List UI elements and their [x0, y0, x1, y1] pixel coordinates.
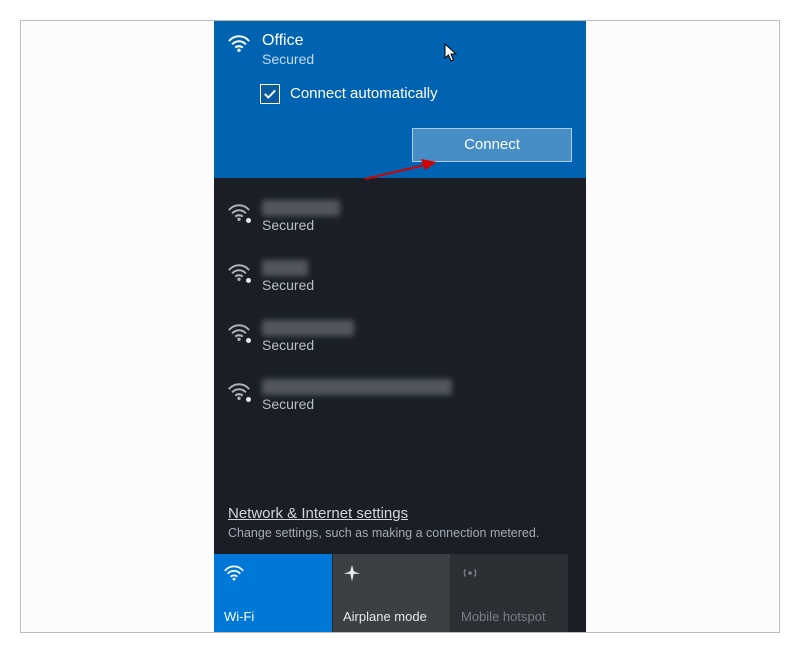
auto-connect-row[interactable]: Connect automatically: [260, 84, 572, 104]
network-item[interactable]: Secured: [228, 308, 572, 368]
settings-section: Network & Internet settings Change setti…: [214, 505, 586, 550]
airplane-icon: [343, 564, 440, 586]
network-flyout: Office Secured Connect automatically Con…: [214, 21, 586, 632]
wifi-icon: [224, 564, 322, 585]
network-name-redacted: [262, 200, 340, 216]
network-name-redacted: [262, 379, 452, 395]
network-status: Secured: [262, 396, 452, 413]
wifi-icon: [228, 322, 250, 342]
available-networks-list: Secured Secured: [214, 178, 586, 427]
wifi-icon: [228, 381, 250, 401]
network-status: Secured: [262, 337, 354, 354]
settings-description: Change settings, such as making a connec…: [228, 526, 572, 540]
selected-network-header: Office Secured: [228, 31, 572, 68]
auto-connect-label: Connect automatically: [290, 85, 438, 102]
auto-connect-checkbox[interactable]: [260, 84, 280, 104]
network-item[interactable]: Secured: [228, 188, 572, 248]
wifi-icon: [228, 33, 250, 53]
airplane-mode-tile[interactable]: Airplane mode: [332, 554, 450, 632]
quick-action-tiles: Wi-Fi Airplane mode Mobi: [214, 554, 586, 632]
network-name-redacted: [262, 260, 308, 276]
network-status: Secured: [262, 277, 314, 294]
network-settings-link[interactable]: Network & Internet settings: [228, 505, 572, 522]
selected-network-name: Office: [262, 31, 314, 50]
selected-network-status: Secured: [262, 51, 314, 68]
wifi-icon: [228, 202, 250, 222]
network-item[interactable]: Secured: [228, 248, 572, 308]
hotspot-tile-label: Mobile hotspot: [461, 609, 558, 624]
airplane-tile-label: Airplane mode: [343, 609, 440, 624]
network-status: Secured: [262, 217, 340, 234]
checkmark-icon: [263, 87, 277, 101]
wifi-tile-label: Wi-Fi: [224, 609, 322, 624]
connect-button[interactable]: Connect: [412, 128, 572, 162]
network-name-redacted: [262, 320, 354, 336]
selected-network[interactable]: Office Secured Connect automatically Con…: [214, 21, 586, 178]
network-item[interactable]: Secured: [228, 367, 572, 427]
wifi-icon: [228, 262, 250, 282]
mobile-hotspot-tile[interactable]: Mobile hotspot: [450, 554, 568, 632]
window-frame: Office Secured Connect automatically Con…: [20, 20, 780, 633]
hotspot-icon: [461, 564, 558, 586]
wifi-tile[interactable]: Wi-Fi: [214, 554, 332, 632]
